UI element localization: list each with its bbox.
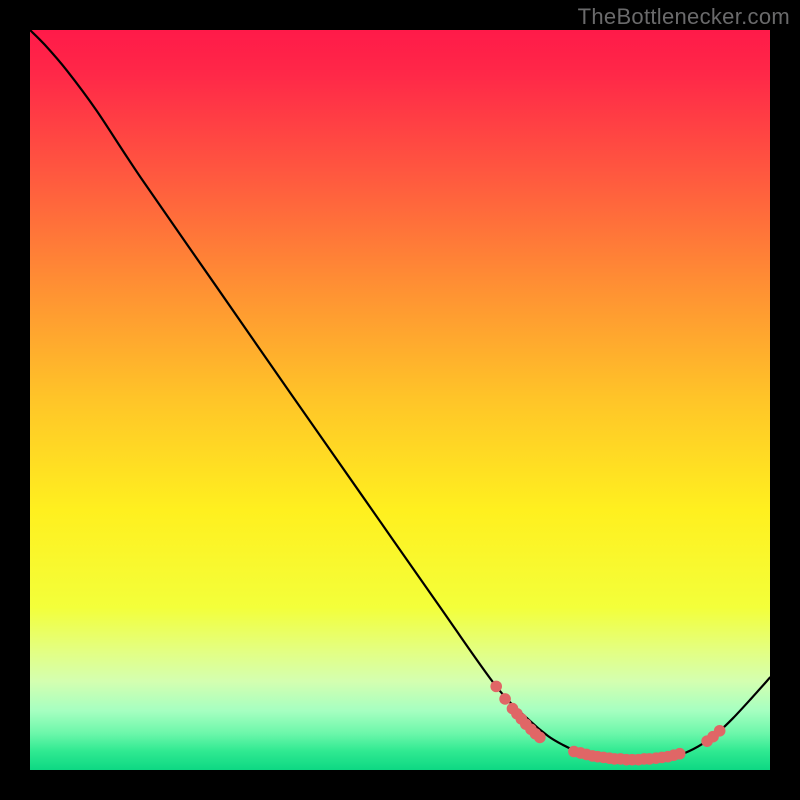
data-marker xyxy=(674,748,686,760)
gradient-background xyxy=(30,30,770,770)
data-marker xyxy=(534,732,546,744)
data-marker xyxy=(499,693,511,705)
data-marker xyxy=(490,681,502,693)
chart-svg xyxy=(30,30,770,770)
plot-area xyxy=(30,30,770,770)
chart-stage: TheBottlenecker.com xyxy=(0,0,800,800)
attribution-label: TheBottlenecker.com xyxy=(578,4,790,30)
data-marker xyxy=(714,725,726,737)
